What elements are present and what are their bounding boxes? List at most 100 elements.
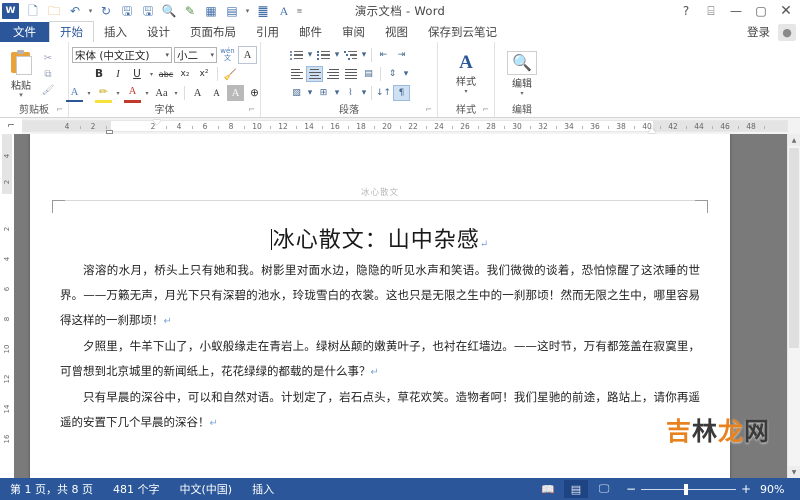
read-mode-icon[interactable]: 📖 xyxy=(536,480,560,498)
numbered-list-icon[interactable] xyxy=(315,47,332,63)
chinese-layout-dropdown-icon[interactable]: ▾ xyxy=(360,85,368,101)
justify-icon[interactable] xyxy=(342,66,359,82)
paste-dropdown-icon[interactable]: ▾ xyxy=(19,92,23,99)
bullet-list-dropdown-icon[interactable]: ▾ xyxy=(306,47,314,63)
paragraph-shading-dropdown-icon[interactable]: ▾ xyxy=(306,85,314,101)
language-indicator[interactable]: 中文(中国) xyxy=(169,481,242,497)
styles-dialog-launcher[interactable]: ⌐ xyxy=(482,103,489,116)
zoom-control[interactable]: − + 90% xyxy=(618,482,800,496)
editing-dropdown-icon[interactable]: ▾ xyxy=(520,90,523,97)
numbered-list-dropdown-icon[interactable]: ▾ xyxy=(333,47,341,63)
underline-dropdown-icon[interactable]: ▾ xyxy=(148,66,156,82)
tab-file[interactable]: 文件 xyxy=(0,22,49,42)
vertical-scrollbar[interactable]: ▲ ▼ xyxy=(787,134,800,478)
multilevel-list-dropdown-icon[interactable]: ▾ xyxy=(360,47,368,63)
zoom-slider-thumb[interactable] xyxy=(683,483,688,495)
ribbon-options-icon[interactable]: ⌸ xyxy=(699,1,723,21)
tab-design[interactable]: 设计 xyxy=(137,22,180,42)
line-spacing-dropdown-icon[interactable]: ▾ xyxy=(402,66,410,82)
increase-indent-icon[interactable]: ⇥ xyxy=(393,47,410,63)
word-count[interactable]: 481 个字 xyxy=(103,481,170,497)
document-body[interactable]: 溶溶的水月，桥头上只有她和我。树影里对面水边，隐隐的听见水声和笑语。我们微微的谈… xyxy=(60,258,700,436)
superscript-button[interactable]: x² xyxy=(196,66,213,82)
web-layout-icon[interactable]: 🖵 xyxy=(592,480,616,498)
clipboard-dialog-launcher[interactable]: ⌐ xyxy=(56,103,63,116)
print-layout-icon[interactable]: ▤ xyxy=(564,480,588,498)
paste-button[interactable]: 粘贴 ▾ xyxy=(3,50,39,99)
sort-icon[interactable]: ↓↑ xyxy=(375,85,392,101)
scroll-up-icon[interactable]: ▲ xyxy=(788,134,800,146)
strikethrough-button[interactable]: abc xyxy=(158,66,175,82)
help-icon[interactable]: ? xyxy=(674,1,698,21)
horizontal-ruler-track[interactable]: 4 2 2 4 6 8 10 12 14 16 18 20 22 24 26 28 30 32 34 36 38 40 42… xyxy=(22,120,788,134)
font-size-combo[interactable]: 小二 ▾ xyxy=(174,47,217,63)
first-line-indent-marker[interactable] xyxy=(153,120,161,125)
multilevel-list-icon[interactable] xyxy=(342,47,359,63)
character-border-icon[interactable]: A xyxy=(238,46,257,64)
line-spacing-icon[interactable]: ⇕ xyxy=(384,66,401,82)
user-avatar-icon[interactable]: ● xyxy=(778,24,796,41)
tab-references[interactable]: 引用 xyxy=(246,22,289,42)
change-case-button[interactable]: Aa xyxy=(153,85,170,101)
page-indicator[interactable]: 第 1 页，共 8 页 xyxy=(0,481,103,497)
styles-dropdown-icon[interactable]: ▾ xyxy=(464,88,467,95)
change-case-dropdown-icon[interactable]: ▾ xyxy=(172,85,180,101)
paragraph-dialog-launcher[interactable]: ⌐ xyxy=(425,103,432,116)
tab-review[interactable]: 审阅 xyxy=(332,22,375,42)
insert-mode-indicator[interactable]: 插入 xyxy=(242,481,284,497)
font-color-button[interactable]: A xyxy=(124,84,141,103)
text-effects-button[interactable]: A xyxy=(66,84,83,102)
tab-view[interactable]: 视图 xyxy=(375,22,418,42)
shrink-font-button[interactable]: A xyxy=(208,85,225,101)
tab-stop-selector-icon[interactable]: ⌐ xyxy=(0,118,22,134)
font-color-dropdown-icon[interactable]: ▾ xyxy=(143,85,151,101)
clear-formatting-icon[interactable]: 🧹 xyxy=(222,66,239,82)
decrease-indent-icon[interactable]: ⇤ xyxy=(375,47,392,63)
font-name-chevron-down-icon[interactable]: ▾ xyxy=(162,51,169,59)
minimize-icon[interactable]: — xyxy=(724,1,748,21)
document-canvas[interactable]: 冰心散文 冰心散文：山中杂感↵ 溶溶的水月，桥头上只有她和我。树影里对面水边，隐… xyxy=(14,134,800,478)
sign-in-link[interactable]: 登录 xyxy=(747,24,770,40)
bold-button[interactable]: B xyxy=(91,66,108,82)
document-paragraph[interactable]: 溶溶的水月，桥头上只有她和我。树影里对面水边，隐隐的听见水声和笑语。我们微微的谈… xyxy=(60,258,700,334)
borders-dropdown-icon[interactable]: ▾ xyxy=(333,85,341,101)
chinese-layout-icon[interactable]: ⌇ xyxy=(342,85,359,101)
distribute-icon[interactable]: ▤ xyxy=(360,66,377,82)
close-icon[interactable]: ✕ xyxy=(774,1,798,21)
borders-icon[interactable]: ⊞ xyxy=(315,85,332,101)
italic-button[interactable]: I xyxy=(110,66,127,82)
vertical-ruler[interactable]: 4 2 2 4 6 8 10 12 14 16 xyxy=(0,134,15,478)
character-shading-icon[interactable]: A xyxy=(227,85,244,101)
document-paragraph[interactable]: 夕照里，牛羊下山了，小蚁般缘走在青岩上。绿树丛颠的嫩黄叶子，也衬在红墙边。——这… xyxy=(60,334,700,385)
document-title[interactable]: 冰心散文：山中杂感↵ xyxy=(30,222,730,254)
styles-button[interactable]: A 样式 ▾ xyxy=(444,53,488,96)
tab-insert[interactable]: 插入 xyxy=(94,22,137,42)
font-name-combo[interactable]: 宋体 (中文正文) ▾ xyxy=(72,47,172,63)
zoom-out-button[interactable]: − xyxy=(626,482,636,496)
zoom-slider-track[interactable] xyxy=(641,483,736,495)
highlight-button[interactable]: ✏ xyxy=(95,84,112,103)
document-paragraph[interactable]: 只有早晨的深谷中，可以和自然对语。计划定了，岩石点头，草花欢笑。造物者呵！我们星… xyxy=(60,385,700,436)
text-effects-dropdown-icon[interactable]: ▾ xyxy=(85,85,93,101)
font-size-chevron-down-icon[interactable]: ▾ xyxy=(207,51,214,59)
zoom-level-label[interactable]: 90% xyxy=(756,483,792,496)
show-paragraph-marks-icon[interactable]: ¶ xyxy=(393,85,410,101)
maximize-icon[interactable]: ▢ xyxy=(749,1,773,21)
tab-home[interactable]: 开始 xyxy=(49,21,94,43)
cut-icon[interactable]: ✂ xyxy=(40,51,56,65)
scrollbar-thumb[interactable] xyxy=(789,148,799,348)
zoom-in-button[interactable]: + xyxy=(741,482,751,496)
subscript-button[interactable]: x₂ xyxy=(177,66,194,82)
tab-save-to-cloud-note[interactable]: 保存到云笔记 xyxy=(418,22,507,42)
copy-icon[interactable]: ⧉ xyxy=(40,67,56,81)
highlight-dropdown-icon[interactable]: ▾ xyxy=(114,85,122,101)
right-indent-marker[interactable] xyxy=(648,128,656,133)
scroll-down-icon[interactable]: ▼ xyxy=(788,466,800,478)
phonetic-guide-icon[interactable]: wén 文 xyxy=(219,47,236,63)
editing-button[interactable]: 🔍 编辑 ▾ xyxy=(500,51,544,97)
format-painter-icon[interactable]: 🖌 xyxy=(40,83,56,97)
font-dialog-launcher[interactable]: ⌐ xyxy=(248,103,255,116)
paragraph-shading-icon[interactable]: ▧ xyxy=(288,85,305,101)
underline-button[interactable]: U xyxy=(129,66,146,82)
align-right-icon[interactable] xyxy=(324,66,341,82)
